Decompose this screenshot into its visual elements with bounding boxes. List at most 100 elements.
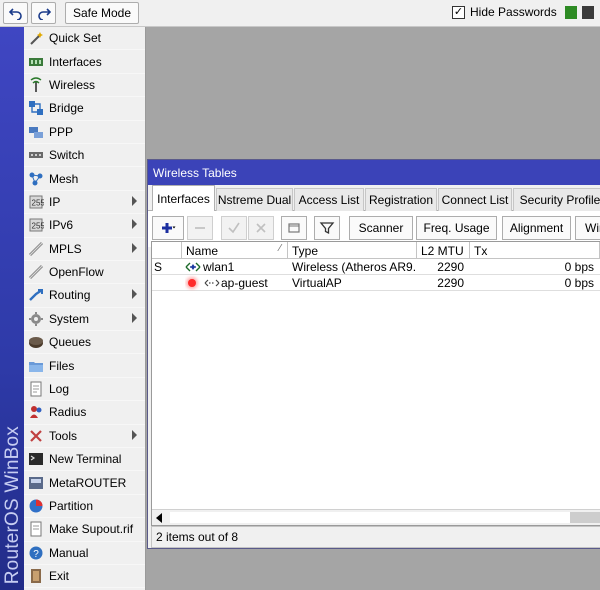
queues-icon bbox=[27, 334, 45, 350]
menu-item-quick-set[interactable]: Quick Set bbox=[24, 27, 145, 51]
menu-item-interfaces[interactable]: Interfaces bbox=[24, 50, 145, 74]
row-name-cell: wlan1 bbox=[185, 259, 285, 275]
table-row[interactable]: ap-guest VirtualAP 2290 0 bps bbox=[152, 275, 600, 291]
col-tx[interactable]: Tx bbox=[470, 242, 600, 259]
menu-item-manual[interactable]: ? Manual bbox=[24, 542, 145, 565]
bridge-icon bbox=[27, 100, 45, 116]
menu-item-mesh[interactable]: Mesh bbox=[24, 167, 145, 191]
freq-usage-button[interactable]: Freq. Usage bbox=[416, 216, 497, 240]
menu-item-label: Files bbox=[49, 358, 75, 373]
menu-item-openflow[interactable]: OpenFlow bbox=[24, 261, 145, 285]
scrollbar-thumb[interactable] bbox=[570, 512, 600, 523]
col-type[interactable]: Type bbox=[288, 242, 417, 259]
scroll-left-icon[interactable] bbox=[156, 513, 162, 523]
menu-item-label: Quick Set bbox=[49, 31, 102, 46]
status-indicator-dark bbox=[582, 6, 594, 19]
log-icon bbox=[27, 381, 45, 397]
window-title[interactable]: Wireless Tables bbox=[148, 160, 600, 185]
menu-item-log[interactable]: Log bbox=[24, 378, 145, 402]
menu-item-ipv6[interactable]: 255 IPv6 bbox=[24, 214, 145, 238]
disable-button[interactable] bbox=[248, 216, 274, 240]
menu-item-tools[interactable]: Tools bbox=[24, 425, 145, 449]
menu-item-label: Wireless bbox=[49, 77, 96, 92]
plus-icon bbox=[162, 223, 176, 233]
menu-item-label: OpenFlow bbox=[49, 265, 104, 280]
help-icon: ? bbox=[27, 545, 45, 561]
submenu-arrow-icon bbox=[132, 242, 137, 253]
remove-button[interactable] bbox=[187, 216, 213, 240]
col-flags[interactable] bbox=[152, 242, 182, 259]
row-flag: S bbox=[154, 260, 163, 274]
row-name-cell: ap-guest bbox=[185, 275, 285, 291]
scrollbar-track[interactable] bbox=[170, 512, 570, 523]
undo-button[interactable] bbox=[3, 2, 28, 24]
redo-icon bbox=[37, 8, 51, 20]
menu-item-radius[interactable]: Radius bbox=[24, 401, 145, 425]
safe-mode-button[interactable]: Safe Mode bbox=[65, 2, 139, 24]
switch-icon bbox=[27, 147, 45, 163]
main-toolbar: Safe Mode ✓ Hide Passwords bbox=[0, 0, 600, 27]
menu-item-label: Tools bbox=[49, 428, 78, 443]
exit-icon bbox=[27, 568, 45, 584]
menu-item-label: Exit bbox=[49, 569, 70, 584]
menu-item-label: PPP bbox=[49, 124, 74, 139]
tab-security-profiles[interactable]: Security Profiles bbox=[513, 188, 600, 211]
add-button[interactable] bbox=[152, 216, 184, 240]
undo-icon bbox=[8, 8, 22, 20]
comment-button[interactable] bbox=[281, 216, 307, 240]
menu-item-metarouter[interactable]: MetaROUTER bbox=[24, 471, 145, 495]
interfaces-table: Name ⁄ Type L2 MTU Tx S wlan1 Wireless (… bbox=[151, 241, 600, 526]
menu-item-switch[interactable]: Switch bbox=[24, 144, 145, 168]
menu-item-ip[interactable]: 255 IP bbox=[24, 191, 145, 215]
menu-item-partition[interactable]: Partition bbox=[24, 495, 145, 519]
col-name[interactable]: Name ⁄ bbox=[182, 242, 288, 259]
submenu-arrow-icon bbox=[132, 429, 137, 440]
svg-text:255: 255 bbox=[32, 198, 45, 207]
hide-passwords-toggle[interactable]: ✓ Hide Passwords bbox=[452, 5, 557, 19]
tab-bar: Interfaces Nstreme Dual Access List Regi… bbox=[148, 185, 600, 211]
menu-item-wireless[interactable]: Wireless bbox=[24, 74, 145, 98]
row-tx: 0 bps bbox=[564, 260, 594, 274]
hide-passwords-checkbox[interactable]: ✓ bbox=[452, 5, 465, 19]
tab-nstreme-dual[interactable]: Nstreme Dual bbox=[216, 188, 293, 211]
menu-item-label: Bridge bbox=[49, 101, 84, 116]
menu-item-system[interactable]: System bbox=[24, 308, 145, 332]
horizontal-scrollbar[interactable] bbox=[152, 509, 600, 525]
brand-text: RouterOS WinBox bbox=[2, 425, 23, 584]
menu-item-label: Radius bbox=[49, 405, 87, 420]
menu-item-label: Switch bbox=[49, 148, 85, 163]
submenu-arrow-icon bbox=[132, 312, 137, 323]
menu-item-exit[interactable]: Exit bbox=[24, 565, 145, 589]
menu-item-mpls[interactable]: MPLS bbox=[24, 238, 145, 261]
menu-item-make-supout-rif[interactable]: Make Supout.rif bbox=[24, 518, 145, 542]
submenu-arrow-icon bbox=[132, 289, 137, 300]
wireless-more-button[interactable]: Wir bbox=[575, 216, 600, 240]
menu-item-ppp[interactable]: PPP bbox=[24, 121, 145, 144]
menu-item-bridge[interactable]: Bridge bbox=[24, 97, 145, 121]
alignment-button[interactable]: Alignment bbox=[502, 216, 571, 240]
menu-item-label: Mesh bbox=[49, 171, 79, 186]
sort-icon: ⁄ bbox=[279, 243, 281, 254]
row-l2mtu: 2290 bbox=[437, 260, 464, 274]
menu-item-label: System bbox=[49, 311, 90, 326]
enable-button[interactable] bbox=[221, 216, 247, 240]
openflow-icon bbox=[27, 264, 45, 280]
menu-item-files[interactable]: Files bbox=[24, 354, 145, 378]
menu-item-label: MPLS bbox=[49, 241, 82, 256]
menu-item-new-terminal[interactable]: New Terminal bbox=[24, 448, 145, 472]
row-type: VirtualAP bbox=[292, 276, 342, 290]
table-row[interactable]: S wlan1 Wireless (Atheros AR9... 2290 0 … bbox=[152, 259, 600, 275]
metarouter-icon bbox=[27, 475, 45, 491]
menu-item-routing[interactable]: Routing bbox=[24, 284, 145, 308]
hide-passwords-label: Hide Passwords bbox=[470, 5, 557, 19]
tab-registration[interactable]: Registration bbox=[365, 188, 437, 211]
tab-access-list[interactable]: Access List bbox=[294, 188, 364, 211]
scanner-button[interactable]: Scanner bbox=[349, 216, 413, 240]
col-l2mtu[interactable]: L2 MTU bbox=[417, 242, 470, 259]
tab-connect-list[interactable]: Connect List bbox=[438, 188, 512, 211]
check-icon bbox=[228, 222, 240, 234]
filter-button[interactable] bbox=[314, 216, 340, 240]
redo-button[interactable] bbox=[31, 2, 56, 24]
menu-item-queues[interactable]: Queues bbox=[24, 331, 145, 355]
tab-interfaces[interactable]: Interfaces bbox=[152, 185, 215, 211]
